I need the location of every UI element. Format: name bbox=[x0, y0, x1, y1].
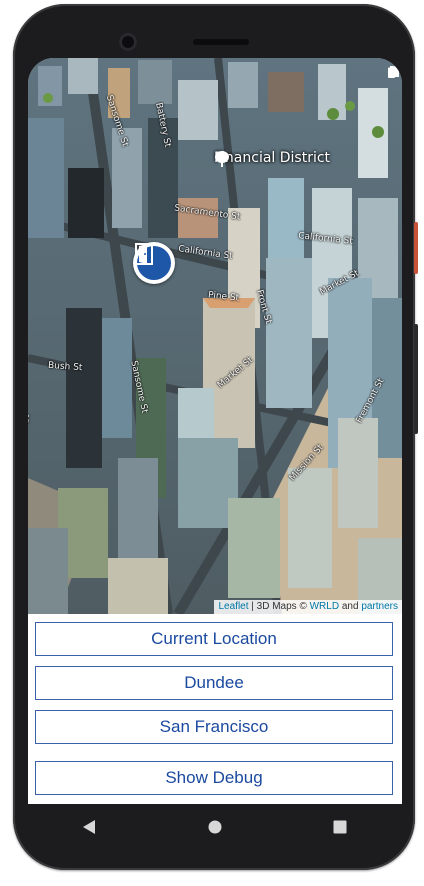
attribution-separator: | 3D Maps © bbox=[248, 601, 310, 612]
earpiece-speaker bbox=[193, 39, 249, 45]
battery-icon bbox=[388, 66, 395, 78]
current-location-button[interactable]: Current Location bbox=[35, 622, 393, 656]
status-bar bbox=[28, 58, 402, 84]
tree-icon bbox=[215, 151, 229, 167]
map-3d-buildings bbox=[28, 58, 402, 614]
power-button bbox=[414, 222, 418, 274]
wrld-link[interactable]: WRLD bbox=[310, 601, 339, 612]
map-attribution: Leaflet | 3D Maps © WRLD and partners bbox=[214, 600, 402, 614]
district-label[interactable]: Financial District bbox=[214, 150, 331, 167]
map-view[interactable]: Sansome St Battery St Sacramento St Cali… bbox=[28, 58, 402, 614]
recents-icon bbox=[333, 820, 347, 834]
show-debug-button[interactable]: Show Debug bbox=[35, 761, 393, 795]
navigation-bar bbox=[28, 806, 402, 848]
san-francisco-button[interactable]: San Francisco bbox=[35, 710, 393, 744]
leaflet-link[interactable]: Leaflet bbox=[218, 601, 248, 612]
home-icon bbox=[208, 820, 222, 834]
door-exit-icon bbox=[135, 243, 153, 265]
home-button[interactable] bbox=[185, 807, 245, 847]
back-icon bbox=[83, 820, 96, 834]
front-camera bbox=[119, 33, 137, 51]
district-label-text: Financial District bbox=[214, 150, 331, 166]
map-marker[interactable] bbox=[133, 242, 175, 284]
partners-link[interactable]: partners bbox=[361, 601, 398, 612]
recents-button[interactable] bbox=[310, 807, 370, 847]
attribution-and: and bbox=[339, 601, 362, 612]
button-panel: Current Location Dundee San Francisco Sh… bbox=[28, 614, 402, 804]
back-button[interactable] bbox=[60, 807, 120, 847]
volume-button bbox=[414, 324, 418, 434]
app-screen: Sansome St Battery St Sacramento St Cali… bbox=[28, 58, 402, 804]
dundee-button[interactable]: Dundee bbox=[35, 666, 393, 700]
